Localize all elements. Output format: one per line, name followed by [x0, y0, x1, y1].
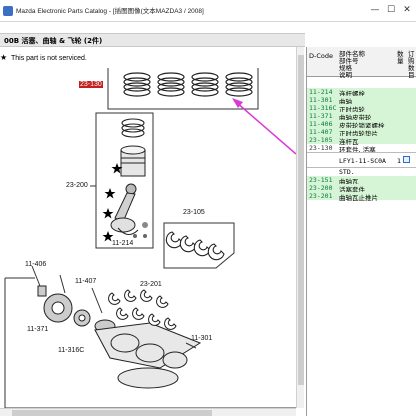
part-quantity: 1: [397, 157, 402, 165]
parts-diagram: 23-130 23-200 23-105 11-214 11-406 11-40…: [0, 68, 305, 416]
pointer-arrow: [232, 98, 296, 155]
parts-list-panel: D-Code 部件名称 部件号 规格 说明 数 量 订 购 数 目 11-214…: [306, 47, 416, 416]
title-bar: Mazda Electronic Parts Catalog - [插图图像(文…: [0, 0, 416, 22]
parts-list-header: D-Code 部件名称 部件号 规格 说明 数 量 订 购 数 目: [307, 47, 416, 79]
label-23-200[interactable]: 23-200: [66, 182, 88, 189]
parts-row-selected-group[interactable]: 23-130 环套件, 活塞: [307, 144, 416, 154]
header-order-line: 目: [408, 71, 415, 79]
label-11-301[interactable]: 11-301: [191, 335, 212, 342]
section-title: 00B 活塞、曲轴 & 飞轮 (2件): [4, 37, 103, 45]
header-quantity: 数 量: [397, 51, 404, 65]
label-23-201[interactable]: 23-201: [140, 281, 162, 288]
row-code: 11-214: [309, 88, 333, 96]
header-part-name: 部件名称 部件号 规格 说明: [339, 51, 365, 79]
header-name-line: 说明: [339, 71, 352, 79]
parts-row[interactable]: 23-105 连杆瓦: [307, 136, 416, 146]
row-name: 曲轴瓦止推片: [339, 194, 378, 202]
row-code: 23-130: [309, 144, 333, 152]
row-code: 11-301: [309, 96, 333, 104]
order-checkbox[interactable]: [403, 156, 410, 163]
row-code: 23-105: [309, 136, 333, 144]
parts-row[interactable]: 11-371 曲轴皮带轮: [307, 112, 416, 122]
parts-row[interactable]: 11-214 连杆螺栓: [307, 88, 416, 98]
part-number: LFY1-11-SC0A: [339, 157, 386, 165]
header-qty-line: 量: [397, 57, 404, 65]
window-controls: — ☐ ✕: [368, 3, 414, 17]
row-code: 23-151: [309, 176, 333, 184]
scrollbar-thumb[interactable]: [12, 410, 212, 416]
piston-assembly-illustration: [90, 112, 154, 249]
section-header: 00B 活塞、曲轴 & 飞轮 (2件): [0, 33, 305, 47]
row-code: 11-407: [309, 128, 333, 136]
diagram-vertical-scrollbar[interactable]: [296, 47, 304, 408]
diagram-horizontal-scrollbar[interactable]: [0, 408, 296, 416]
service-notice: ★ This part is not serviced.: [0, 53, 87, 65]
label-23-130[interactable]: 23-130: [79, 81, 103, 88]
label-11-316c[interactable]: 11-316C: [58, 347, 84, 354]
parts-row[interactable]: 11-316C 正时齿轮: [307, 104, 416, 114]
row-code: 11-406: [309, 120, 333, 128]
minimize-button[interactable]: —: [368, 3, 382, 17]
row-code: 23-200: [309, 184, 333, 192]
scrollbar-thumb[interactable]: [298, 55, 304, 385]
label-11-407[interactable]: 11-407: [75, 278, 96, 285]
app-icon: [3, 6, 13, 16]
row-code: 11-371: [309, 112, 333, 120]
label-11-214[interactable]: 11-214: [112, 240, 133, 247]
part-number-row[interactable]: LFY1-11-SC0A 1: [307, 152, 416, 168]
parts-row[interactable]: 11-406 皮带轮锁紧螺栓: [307, 120, 416, 130]
part-spec: STD.: [339, 168, 355, 176]
header-d-code: D-Code: [309, 52, 333, 60]
row-code: 23-201: [309, 192, 333, 200]
diagram-illustration: [4, 68, 296, 408]
part-spec-row[interactable]: STD.: [307, 168, 416, 176]
maximize-button[interactable]: ☐: [384, 3, 398, 17]
parts-list-rows: 11-214 连杆螺栓 11-301 曲轴 11-316C 正时齿轮 11-371 曲轴…: [307, 88, 416, 202]
window-title: Mazda Electronic Parts Catalog - [插图图像(文…: [16, 8, 204, 15]
parts-row[interactable]: 11-407 正时齿轮垫片: [307, 128, 416, 138]
row-code: 11-316C: [309, 104, 337, 112]
label-11-371[interactable]: 11-371: [27, 326, 48, 333]
star-icon: ★: [0, 53, 8, 62]
close-button[interactable]: ✕: [400, 3, 414, 17]
parts-row[interactable]: 23-151 曲轴瓦: [307, 176, 416, 186]
label-11-406[interactable]: 11-406: [25, 261, 46, 268]
parts-row[interactable]: 11-301 曲轴: [307, 96, 416, 106]
parts-row[interactable]: 23-201 曲轴瓦止推片: [307, 192, 416, 202]
header-order-qty: 订 购 数 目: [408, 51, 415, 79]
rod-bearing-illustration: [163, 222, 235, 269]
parts-row[interactable]: 23-200 活塞套件: [307, 184, 416, 194]
label-23-105[interactable]: 23-105: [183, 209, 205, 216]
notice-text: This part is not serviced.: [11, 55, 87, 62]
